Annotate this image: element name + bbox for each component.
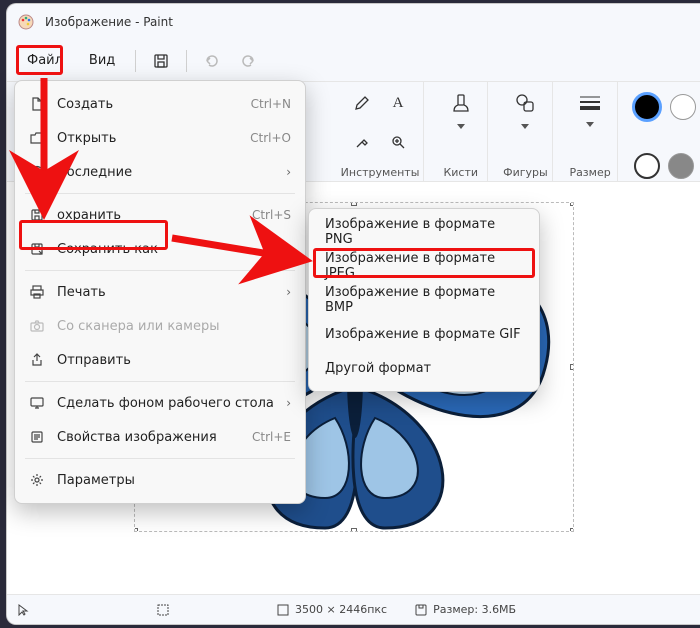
menu-separator (25, 193, 295, 194)
cursor-tool-icon (17, 604, 29, 616)
ribbon-label-tools: Инструменты (341, 166, 420, 179)
submenu-item-bmp[interactable]: Изображение в формате BMP (309, 283, 539, 317)
save-as-submenu: Изображение в формате PNG Изображение в … (308, 208, 540, 392)
gear-icon (29, 472, 45, 488)
color-foreground[interactable] (632, 92, 662, 122)
ribbon-group-colors (628, 82, 700, 181)
resize-handle[interactable] (351, 202, 357, 206)
shapes-dropdown[interactable] (503, 88, 547, 136)
redo-icon[interactable] (231, 46, 265, 76)
ribbon-group-tools: A Инструменты (337, 82, 424, 181)
chevron-down-icon (586, 116, 594, 131)
chevron-right-icon: › (286, 165, 291, 179)
ribbon-label-shapes: Фигуры (503, 166, 548, 179)
chevron-down-icon (521, 118, 529, 133)
menubar: Файл Вид (7, 40, 700, 82)
camera-icon (29, 318, 45, 334)
resize-handle[interactable] (570, 202, 574, 206)
properties-icon (29, 429, 45, 445)
ribbon-group-brushes: Кисти (434, 82, 488, 181)
sb-filesize: Размер: 3.6МБ (415, 603, 516, 616)
sb-dimensions-text: 3500 × 2446пкс (295, 603, 387, 616)
color-swatch[interactable] (670, 94, 696, 120)
submenu-item-other[interactable]: Другой формат (309, 351, 539, 385)
save-icon[interactable] (144, 46, 178, 76)
chevron-down-icon (457, 118, 465, 133)
ribbon-group-shapes: Фигуры (498, 82, 553, 181)
submenu-item-png[interactable]: Изображение в формате PNG (309, 215, 539, 249)
chevron-right-icon: › (286, 396, 291, 410)
menu-item-properties[interactable]: Свойства изображения Ctrl+E (15, 420, 305, 454)
ribbon-group-size: Размер (563, 82, 617, 181)
menu-divider (186, 50, 187, 72)
file-menu-dropdown: Создать Ctrl+N Открыть Ctrl+O Последние … (14, 80, 306, 504)
submenu-item-gif[interactable]: Изображение в формате GIF (309, 317, 539, 351)
resize-handle[interactable] (570, 528, 574, 532)
chevron-right-icon: › (286, 285, 291, 299)
resize-handle[interactable] (134, 528, 138, 532)
color-swatch[interactable] (668, 153, 694, 179)
menu-item-wallpaper[interactable]: Сделать фоном рабочего стола › (15, 386, 305, 420)
statusbar: 3500 × 2446пкс Размер: 3.6МБ (7, 594, 700, 624)
menu-item-send[interactable]: Отправить (15, 343, 305, 377)
menu-item-recent[interactable]: Последние › (15, 155, 305, 189)
ribbon-label-brushes: Кисти (443, 166, 478, 179)
pencil-icon[interactable] (347, 88, 377, 118)
text-icon[interactable]: A (383, 88, 413, 118)
new-file-icon (29, 96, 45, 112)
desktop-icon (29, 395, 45, 411)
menu-item-print[interactable]: Печать › (15, 275, 305, 309)
menu-view[interactable]: Вид (77, 47, 127, 74)
titlebar: Изображение - Paint (7, 4, 700, 40)
menu-item-open[interactable]: Открыть Ctrl+O (15, 121, 305, 155)
ribbon-label-size: Размер (569, 166, 610, 179)
folder-open-icon (29, 130, 45, 146)
brush-dropdown[interactable] (439, 88, 483, 136)
eyedropper-icon[interactable] (347, 127, 377, 157)
menu-item-settings[interactable]: Параметры (15, 463, 305, 497)
size-dropdown[interactable] (568, 88, 612, 136)
resize-handle[interactable] (351, 528, 357, 532)
menu-separator (25, 458, 295, 459)
chevron-right-icon: › (286, 242, 291, 256)
menu-item-save-as[interactable]: Сохранить как › (15, 232, 305, 266)
menu-item-scanner: Со сканера или камеры (15, 309, 305, 343)
undo-icon[interactable] (195, 46, 229, 76)
clock-icon (29, 164, 45, 180)
menu-file[interactable]: Файл (15, 47, 75, 74)
selection-icon (157, 604, 169, 616)
save-icon (29, 207, 45, 223)
sb-filesize-text: Размер: 3.6МБ (433, 603, 516, 616)
menu-item-save[interactable]: охранить Ctrl+S (15, 198, 305, 232)
sb-dimensions: 3500 × 2446пкс (277, 603, 387, 616)
menu-separator (25, 270, 295, 271)
save-as-icon (29, 241, 45, 257)
resize-handle[interactable] (570, 364, 574, 370)
share-icon (29, 352, 45, 368)
submenu-item-jpeg[interactable]: Изображение в формате JPEG (309, 249, 539, 283)
window-title: Изображение - Paint (45, 15, 173, 29)
zoom-icon[interactable] (383, 127, 413, 157)
menu-divider (135, 50, 136, 72)
color-background[interactable] (634, 153, 660, 179)
print-icon (29, 284, 45, 300)
paint-app-icon (17, 13, 35, 31)
menu-item-new[interactable]: Создать Ctrl+N (15, 87, 305, 121)
menu-separator (25, 381, 295, 382)
